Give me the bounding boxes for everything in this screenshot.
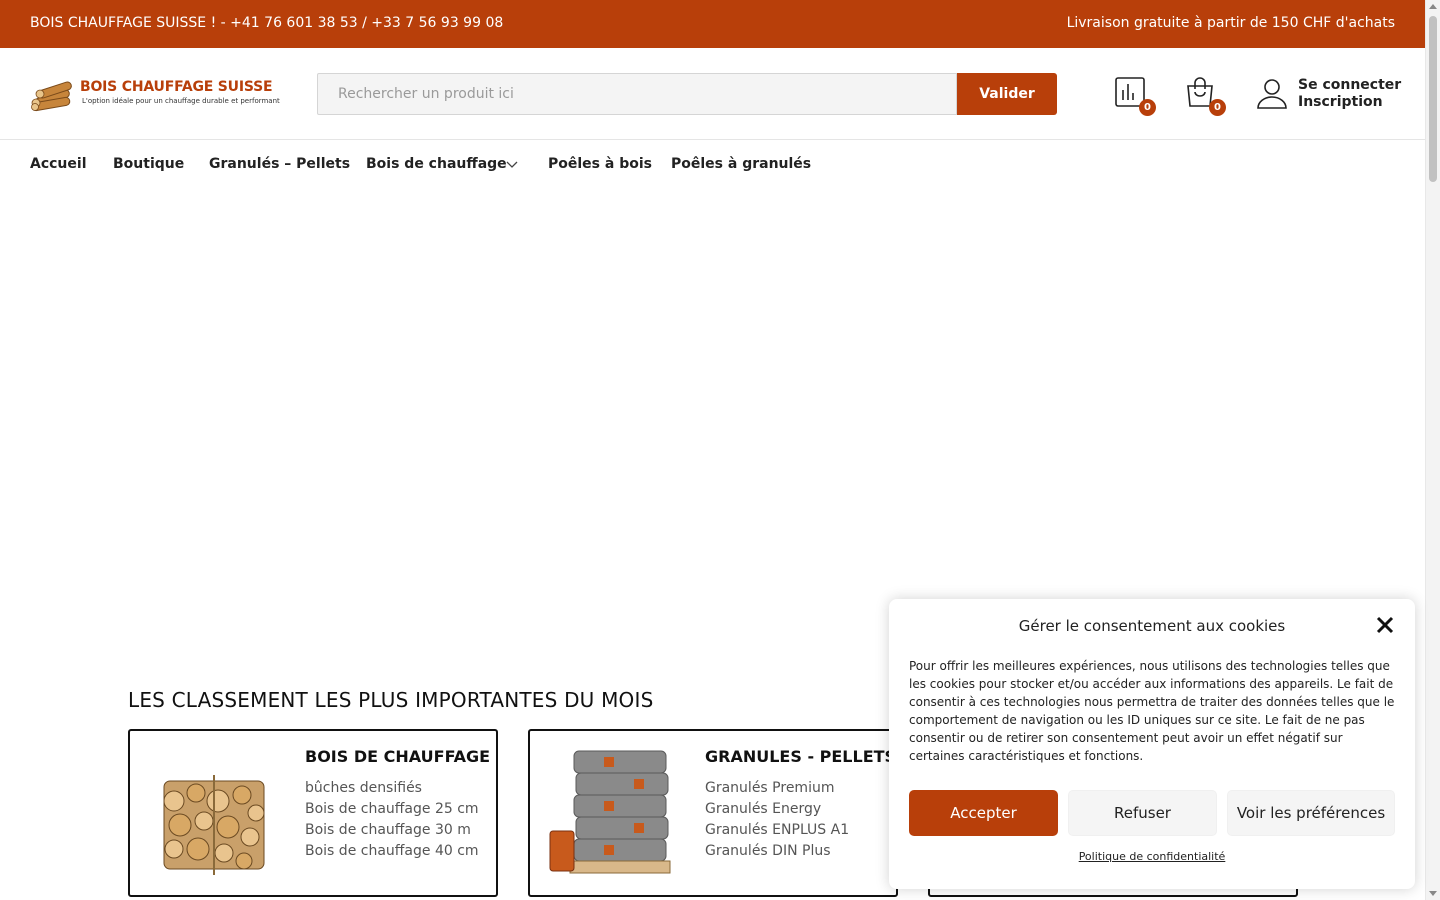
search-submit-button[interactable]: Valider bbox=[957, 73, 1057, 115]
scroll-down-arrow-icon[interactable] bbox=[1429, 891, 1437, 896]
cookie-preferences-button[interactable]: Voir les préférences bbox=[1227, 790, 1395, 836]
user-icon bbox=[1257, 79, 1287, 109]
scroll-up-arrow-icon[interactable] bbox=[1429, 4, 1437, 9]
nav-item-poeles-a-bois[interactable]: Poêles à bois bbox=[548, 156, 652, 172]
logs-logo-icon bbox=[31, 81, 72, 112]
list-item[interactable]: Bois de chauffage 40 cm bbox=[305, 841, 479, 862]
nav-item-accueil[interactable]: Accueil bbox=[30, 156, 87, 172]
chevron-down-icon[interactable] bbox=[506, 159, 518, 169]
pellet-bags-pallet-image bbox=[549, 750, 671, 874]
cart-count-badge: 0 bbox=[1209, 99, 1226, 116]
top-bar-shipping-notice: Livraison gratuite à partir de 150 CHF d… bbox=[1066, 15, 1395, 31]
refuse-cookies-button[interactable]: Refuser bbox=[1068, 790, 1217, 836]
search-input[interactable] bbox=[317, 73, 957, 115]
nav-item-granules-pellets[interactable]: Granulés – Pellets bbox=[209, 156, 350, 172]
section-title: LES CLASSEMENT LES PLUS IMPORTANTES DU M… bbox=[128, 688, 654, 712]
compare-count-badge: 0 bbox=[1139, 99, 1156, 116]
privacy-policy-link[interactable]: Politique de confidentialité bbox=[889, 850, 1415, 863]
cart-button[interactable]: 0 bbox=[1184, 76, 1226, 116]
cookie-consent-dialog: Gérer le consentement aux cookies Pour o… bbox=[889, 599, 1415, 889]
login-link[interactable]: Se connecter bbox=[1298, 77, 1401, 94]
list-item[interactable]: Granulés Premium bbox=[705, 778, 849, 799]
category-card-granules[interactable]: GRANULES - PELLETS Granulés Premium Gran… bbox=[528, 729, 898, 897]
list-item[interactable]: Granulés ENPLUS A1 bbox=[705, 820, 849, 841]
list-item[interactable]: Granulés DIN Plus bbox=[705, 841, 849, 862]
logo-tagline: L'option idéale pour un chauffage durabl… bbox=[82, 97, 280, 105]
list-item[interactable]: bûches densifiés bbox=[305, 778, 479, 799]
card-item-list: bûches densifiés Bois de chauffage 25 cm… bbox=[305, 778, 479, 862]
category-card-bois[interactable]: BOIS DE CHAUFFAGE bûches densifiés Bois … bbox=[128, 729, 498, 897]
cookie-dialog-text: Pour offrir les meilleures expériences, … bbox=[909, 659, 1395, 763]
account-link[interactable]: Se connecter Inscription bbox=[1256, 77, 1401, 111]
card-item-list: Granulés Premium Granulés Energy Granulé… bbox=[705, 778, 849, 862]
nav-item-bois-de-chauffage[interactable]: Bois de chauffage bbox=[366, 156, 507, 172]
list-item[interactable]: Granulés Energy bbox=[705, 799, 849, 820]
compare-button[interactable]: 0 bbox=[1114, 76, 1156, 116]
top-bar: BOIS CHAUFFAGE SUISSE ! - +41 76 601 38 … bbox=[0, 0, 1425, 48]
nav-item-poeles-a-granules[interactable]: Poêles à granulés bbox=[671, 156, 811, 172]
account-links: Se connecter Inscription bbox=[1298, 77, 1401, 111]
card-title: BOIS DE CHAUFFAGE bbox=[305, 747, 491, 766]
close-icon[interactable] bbox=[1376, 616, 1394, 634]
page-scrollbar[interactable] bbox=[1425, 0, 1440, 900]
site-header: BOIS CHAUFFAGE SUISSE L'option idéale po… bbox=[0, 48, 1425, 140]
scrollbar-thumb[interactable] bbox=[1429, 16, 1437, 182]
top-bar-contact: BOIS CHAUFFAGE SUISSE ! - +41 76 601 38 … bbox=[30, 15, 504, 31]
firewood-bundle-image bbox=[163, 775, 265, 875]
logo-brand-text: BOIS CHAUFFAGE SUISSE bbox=[80, 79, 273, 95]
cookie-dialog-title: Gérer le consentement aux cookies bbox=[1018, 617, 1286, 635]
nav-item-boutique[interactable]: Boutique bbox=[113, 156, 184, 172]
card-title: GRANULES - PELLETS bbox=[705, 747, 897, 766]
list-item[interactable]: Bois de chauffage 30 m bbox=[305, 820, 479, 841]
site-logo[interactable]: BOIS CHAUFFAGE SUISSE L'option idéale po… bbox=[30, 76, 284, 116]
accept-cookies-button[interactable]: Accepter bbox=[909, 790, 1058, 836]
register-link[interactable]: Inscription bbox=[1298, 94, 1401, 111]
list-item[interactable]: Bois de chauffage 25 cm bbox=[305, 799, 479, 820]
